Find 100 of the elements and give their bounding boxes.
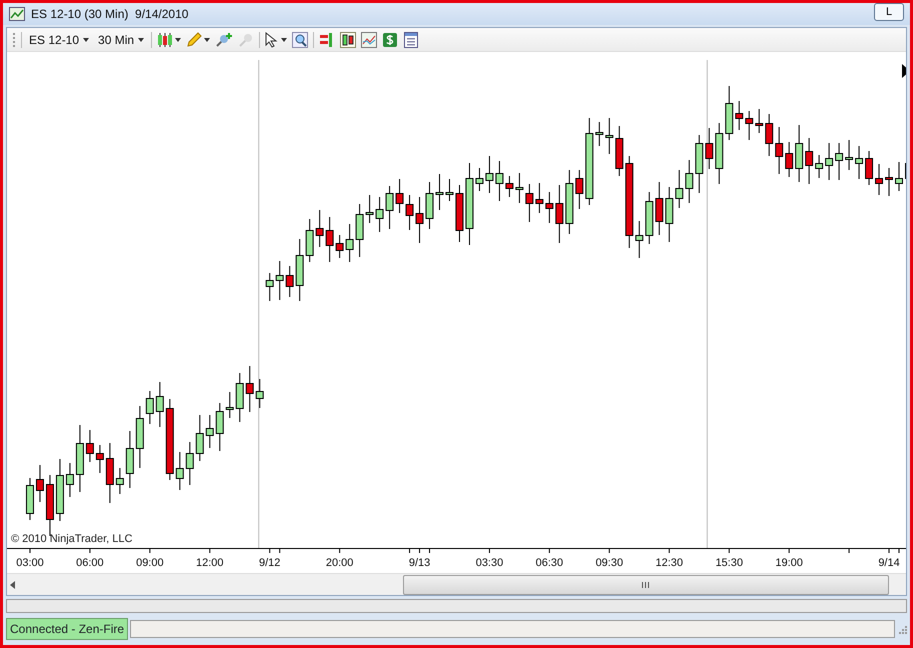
candlestick [735, 100, 744, 130]
candlestick [535, 182, 544, 214]
time-label: 20:00 [326, 557, 354, 569]
candlestick [575, 170, 584, 210]
connection-status: Connected - Zen-Fire [6, 618, 128, 640]
candlestick [276, 260, 284, 300]
zoom-icon [292, 32, 308, 48]
time-label: 09:30 [596, 557, 624, 569]
candlestick [66, 462, 74, 498]
time-label: 03:00 [16, 557, 44, 569]
period-dropdown[interactable]: 30 Min [96, 30, 146, 48]
candlestick [216, 402, 224, 452]
time-label: 9/13 [408, 557, 430, 569]
candlestick [436, 174, 444, 210]
candlestick [715, 122, 724, 184]
candlestick [306, 218, 314, 262]
candlestick-icon [157, 32, 174, 48]
candlestick [525, 184, 534, 222]
data-series-button[interactable] [340, 32, 356, 48]
candlestick [96, 444, 104, 474]
caret-icon [175, 38, 182, 42]
drawing-tool-button[interactable] [186, 32, 210, 48]
candlestick [76, 424, 84, 492]
grip-icon [13, 32, 16, 48]
candlestick [595, 122, 604, 146]
candlestick [426, 182, 434, 230]
candlestick [795, 124, 804, 182]
candlestick [246, 366, 254, 412]
candlestick [56, 458, 64, 522]
pencil-icon [186, 32, 202, 48]
window-button[interactable]: L [874, 3, 904, 21]
candlestick [116, 468, 124, 494]
candlestick [256, 378, 264, 408]
candlestick [376, 196, 384, 232]
candlestick [725, 86, 734, 140]
candlestick [236, 372, 244, 422]
candlestick [206, 414, 214, 448]
candlestick [905, 163, 906, 179]
properties-icon [403, 32, 420, 48]
candlestick [665, 186, 674, 242]
time-label: 03:30 [476, 557, 504, 569]
caret-icon [281, 38, 288, 42]
grip-icon [642, 582, 650, 588]
candlestick [675, 170, 684, 208]
candlestick [176, 452, 184, 490]
window-title: ES 12-10 (30 Min) 9/14/2010 [31, 6, 188, 23]
time-label: 15:30 [715, 557, 743, 569]
candlestick [416, 196, 424, 244]
candlestick [126, 430, 134, 488]
zoom-button[interactable] [292, 32, 308, 48]
candlestick [845, 140, 854, 170]
candlestick [86, 430, 94, 462]
time-label: 19:00 [775, 557, 803, 569]
candlestick [406, 194, 414, 230]
candlestick [645, 192, 654, 244]
candlestick [346, 224, 354, 262]
cursor-icon [265, 32, 280, 48]
candlestick [226, 392, 234, 418]
candlestick [605, 118, 614, 154]
candlestick [775, 126, 784, 174]
pin-icon [238, 32, 254, 48]
candlestick [695, 134, 704, 194]
dollar-icon [382, 32, 398, 48]
cursor-button[interactable] [265, 32, 288, 48]
candlestick [555, 184, 564, 244]
candlestick [386, 186, 394, 230]
candlestick [545, 192, 554, 224]
chart-window-icon [9, 7, 25, 21]
order-button[interactable] [382, 32, 398, 48]
candlestick [26, 478, 34, 520]
time-label: 9/12 [259, 557, 280, 569]
time-label: 9/14 [878, 557, 900, 569]
instrument-dropdown[interactable]: ES 12-10 [27, 30, 92, 48]
add-indicator-button[interactable] [215, 32, 234, 48]
resize-grip-icon[interactable] [897, 624, 907, 634]
candlestick [475, 168, 484, 192]
candlestick [785, 142, 794, 178]
pin-plus-icon [215, 32, 234, 48]
candlestick [286, 266, 294, 298]
candlestick [565, 170, 574, 234]
candlestick [875, 164, 884, 196]
scrollbar-thumb[interactable] [403, 574, 889, 594]
candlestick [136, 406, 144, 468]
candlestick [615, 126, 624, 176]
candlestick [745, 110, 754, 140]
scroll-left-icon[interactable] [10, 580, 15, 588]
candlestick [505, 176, 514, 198]
candlestick [356, 204, 364, 258]
candlestick [396, 178, 404, 214]
candlestick [366, 194, 374, 224]
candlestick [316, 210, 324, 248]
chart-style-button[interactable] [157, 32, 182, 48]
time-label: 12:30 [656, 557, 683, 569]
properties-button[interactable] [403, 32, 420, 48]
indicators-button[interactable] [361, 32, 378, 48]
candlestick [36, 464, 44, 502]
candlestick [755, 108, 764, 134]
candlestick [635, 220, 644, 258]
candlestick [106, 442, 114, 504]
candlestick [196, 414, 204, 462]
